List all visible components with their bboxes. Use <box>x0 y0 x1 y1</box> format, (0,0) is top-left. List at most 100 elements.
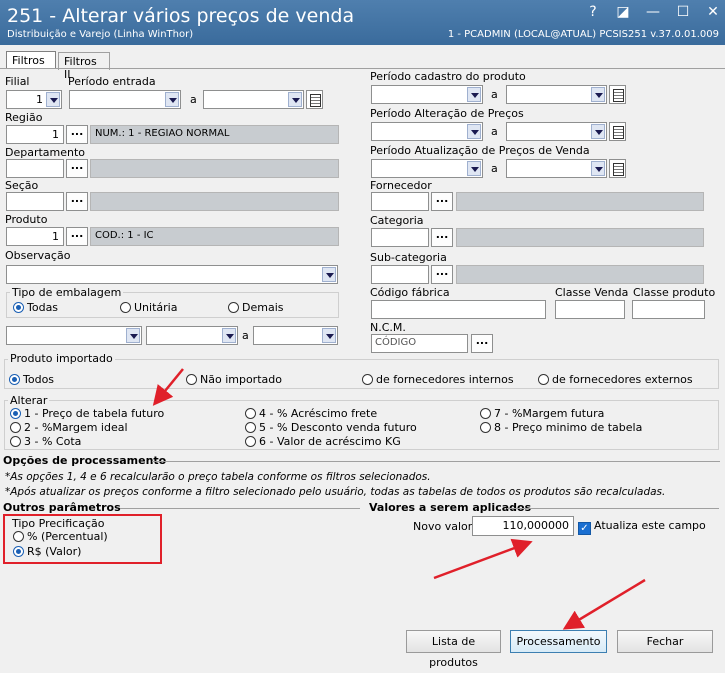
tab-filtros[interactable]: Filtros <box>6 51 56 69</box>
restore-icon[interactable]: ◪ <box>615 4 631 20</box>
periodo-entrada-start[interactable] <box>69 90 181 109</box>
importado-nao-radio[interactable]: Não importado <box>186 373 282 386</box>
maximize-icon[interactable]: ☐ <box>675 4 691 20</box>
lista-produtos-button[interactable]: Lista de produtos <box>406 630 501 669</box>
chevron-down-icon[interactable] <box>46 92 60 107</box>
window-title: 251 - Alterar vários preços de venda <box>7 5 355 27</box>
codigo-fabrica-input[interactable] <box>371 300 546 319</box>
chevron-down-icon[interactable] <box>126 328 140 343</box>
subcategoria-lookup-button[interactable]: ... <box>431 265 453 284</box>
importado-internos-radio[interactable]: de fornecedores internos <box>362 373 514 386</box>
chevron-down-icon[interactable] <box>591 124 605 139</box>
classe-venda-input[interactable] <box>555 300 625 319</box>
calendar-icon[interactable] <box>609 122 626 141</box>
novo-valor-input[interactable]: 110,000000 <box>472 516 574 536</box>
extra-select-1[interactable] <box>6 326 142 345</box>
classe-produto-label: Classe produto <box>633 286 716 299</box>
chevron-down-icon[interactable] <box>467 124 481 139</box>
categoria-code-input[interactable] <box>371 228 429 247</box>
subcategoria-code-input[interactable] <box>371 265 429 284</box>
classe-produto-input[interactable] <box>632 300 705 319</box>
calendar-icon[interactable] <box>609 85 626 104</box>
fechar-button[interactable]: Fechar <box>617 630 713 653</box>
periodo-atualizacao-start[interactable] <box>371 159 483 178</box>
alterar-opt-3-radio[interactable]: 3 - % Cota <box>10 435 81 448</box>
alterar-opt-1-radio[interactable]: 1 - Preço de tabela futuro <box>10 407 164 420</box>
processamento-button[interactable]: Processamento <box>510 630 607 653</box>
chevron-down-icon[interactable] <box>222 328 236 343</box>
produto-label: Produto <box>5 213 48 226</box>
outros-label: Outros parâmetros <box>3 501 121 514</box>
produto-importado-label: Produto importado <box>8 352 115 365</box>
extra-select-3[interactable] <box>253 326 338 345</box>
secao-lookup-button[interactable]: ... <box>66 192 88 211</box>
valores-divider <box>507 508 719 509</box>
departamento-description <box>90 159 339 178</box>
regiao-lookup-button[interactable]: ... <box>66 125 88 144</box>
periodo-atualizacao-end[interactable] <box>506 159 607 178</box>
produto-code-input[interactable]: 1 <box>6 227 64 246</box>
classe-venda-label: Classe Venda <box>555 286 629 299</box>
range-a-label: a <box>491 162 498 175</box>
fornecedor-lookup-button[interactable]: ... <box>431 192 453 211</box>
calendar-icon[interactable] <box>609 159 626 178</box>
ncm-lookup-button[interactable]: ... <box>471 334 493 353</box>
secao-code-input[interactable] <box>6 192 64 211</box>
chevron-down-icon[interactable] <box>165 92 179 107</box>
help-icon[interactable]: ? <box>585 4 601 20</box>
observacao-select[interactable] <box>6 265 338 284</box>
chevron-down-icon[interactable] <box>322 267 336 282</box>
importado-externos-radio[interactable]: de fornecedores externos <box>538 373 693 386</box>
periodo-entrada-end[interactable] <box>203 90 304 109</box>
periodo-alteracao-start[interactable] <box>371 122 483 141</box>
periodo-cadastro-label: Período cadastro do produto <box>370 70 526 83</box>
extra-select-2[interactable] <box>146 326 238 345</box>
outros-divider <box>120 508 360 509</box>
ncm-input[interactable]: CÓDIGO <box>371 334 468 353</box>
chevron-down-icon[interactable] <box>322 328 336 343</box>
periodo-atualizacao-label: Período Atualização de Preços de Venda <box>370 144 590 157</box>
window-subtitle: Distribuição e Varejo (Linha WinThor) <box>7 29 194 40</box>
opcoes-note-1: *As opções 1, 4 e 6 recalcularão o preço… <box>5 471 431 483</box>
chevron-down-icon[interactable] <box>467 87 481 102</box>
fornecedor-label: Fornecedor <box>370 179 432 192</box>
alterar-opt-2-radio[interactable]: 2 - %Margem ideal <box>10 421 128 434</box>
alterar-opt-5-radio[interactable]: 5 - % Desconto venda futuro <box>245 421 417 434</box>
chevron-down-icon[interactable] <box>288 92 302 107</box>
filial-select[interactable]: 1 <box>6 90 62 109</box>
embalagem-unitaria-radio[interactable]: Unitária <box>120 301 177 314</box>
departamento-lookup-button[interactable]: ... <box>66 159 88 178</box>
range-a-label: a <box>190 93 197 106</box>
categoria-lookup-button[interactable]: ... <box>431 228 453 247</box>
tipo-embalagem-label: Tipo de embalagem <box>10 286 124 299</box>
ncm-label: N.C.M. <box>370 321 406 334</box>
opcoes-note-2: *Após atualizar os preços conforme a fil… <box>5 486 666 498</box>
chevron-down-icon[interactable] <box>591 87 605 102</box>
alterar-opt-7-radio[interactable]: 7 - %Margem futura <box>480 407 604 420</box>
periodo-cadastro-start[interactable] <box>371 85 483 104</box>
subcategoria-description <box>456 265 704 284</box>
highlight-box <box>3 514 162 564</box>
embalagem-todas-radio[interactable]: Todas <box>13 301 58 314</box>
periodo-cadastro-end[interactable] <box>506 85 607 104</box>
chevron-down-icon[interactable] <box>467 161 481 176</box>
produto-lookup-button[interactable]: ... <box>66 227 88 246</box>
alterar-opt-6-radio[interactable]: 6 - Valor de acréscimo KG <box>245 435 401 448</box>
secao-label: Seção <box>5 179 39 192</box>
alterar-opt-8-radio[interactable]: 8 - Preço minimo de tabela <box>480 421 642 434</box>
chevron-down-icon[interactable] <box>591 161 605 176</box>
fornecedor-code-input[interactable] <box>371 192 429 211</box>
atualiza-campo-checkbox[interactable]: ✓ Atualiza este campo <box>578 519 706 535</box>
departamento-code-input[interactable] <box>6 159 64 178</box>
close-icon[interactable]: ✕ <box>705 4 721 20</box>
regiao-code-input[interactable]: 1 <box>6 125 64 144</box>
departamento-label: Departamento <box>5 146 86 159</box>
subcategoria-label: Sub-categoria <box>370 251 447 264</box>
alterar-opt-4-radio[interactable]: 4 - % Acréscimo frete <box>245 407 377 420</box>
alterar-label: Alterar <box>8 394 50 407</box>
minimize-icon[interactable]: — <box>645 4 661 20</box>
periodo-alteracao-end[interactable] <box>506 122 607 141</box>
embalagem-demais-radio[interactable]: Demais <box>228 301 283 314</box>
importado-todos-radio[interactable]: Todos <box>9 373 54 386</box>
calendar-icon[interactable] <box>306 90 323 109</box>
